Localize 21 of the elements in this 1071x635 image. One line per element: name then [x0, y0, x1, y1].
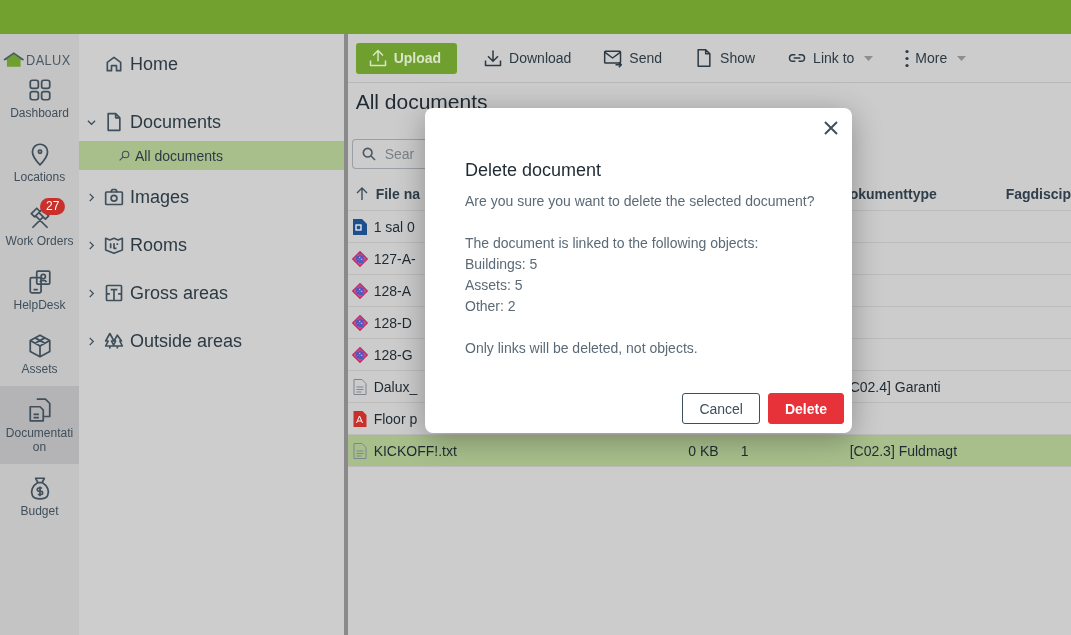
- table-cell: C02.4] Garanti: [849, 378, 941, 395]
- table-cell: [C02.3] Fuldmagt: [849, 442, 958, 459]
- count-badge: 27: [40, 198, 66, 215]
- table-cell: 1: [740, 442, 749, 459]
- page-title: All documents: [354, 89, 489, 115]
- dialog-text: Other: 2: [465, 297, 517, 316]
- logo-text: DALUX: [26, 51, 72, 68]
- dialog-text: Buildings: 5: [465, 255, 539, 274]
- dialog-text: The document is linked to the following objects:: [465, 234, 760, 253]
- table-cell: Dalux_: [373, 378, 418, 395]
- table-cell: 0 KB: [688, 442, 719, 459]
- dialog-text: Are you sure you want to delete the selected document?: [465, 192, 812, 211]
- table-cell: Floor p: [373, 410, 418, 427]
- table-cell: 127-A-: [373, 250, 416, 267]
- dialog-text: Assets: 5: [465, 276, 524, 295]
- table-cell: 1 sal 0: [373, 218, 415, 235]
- table-cell: 128-D: [373, 314, 412, 331]
- dialog-text: Only links will be deleted, not objects.: [465, 339, 699, 358]
- table-cell: KICKOFF!.txt: [373, 442, 457, 459]
- table-cell: 128-A: [373, 282, 411, 299]
- table-cell: 128-G: [373, 346, 413, 363]
